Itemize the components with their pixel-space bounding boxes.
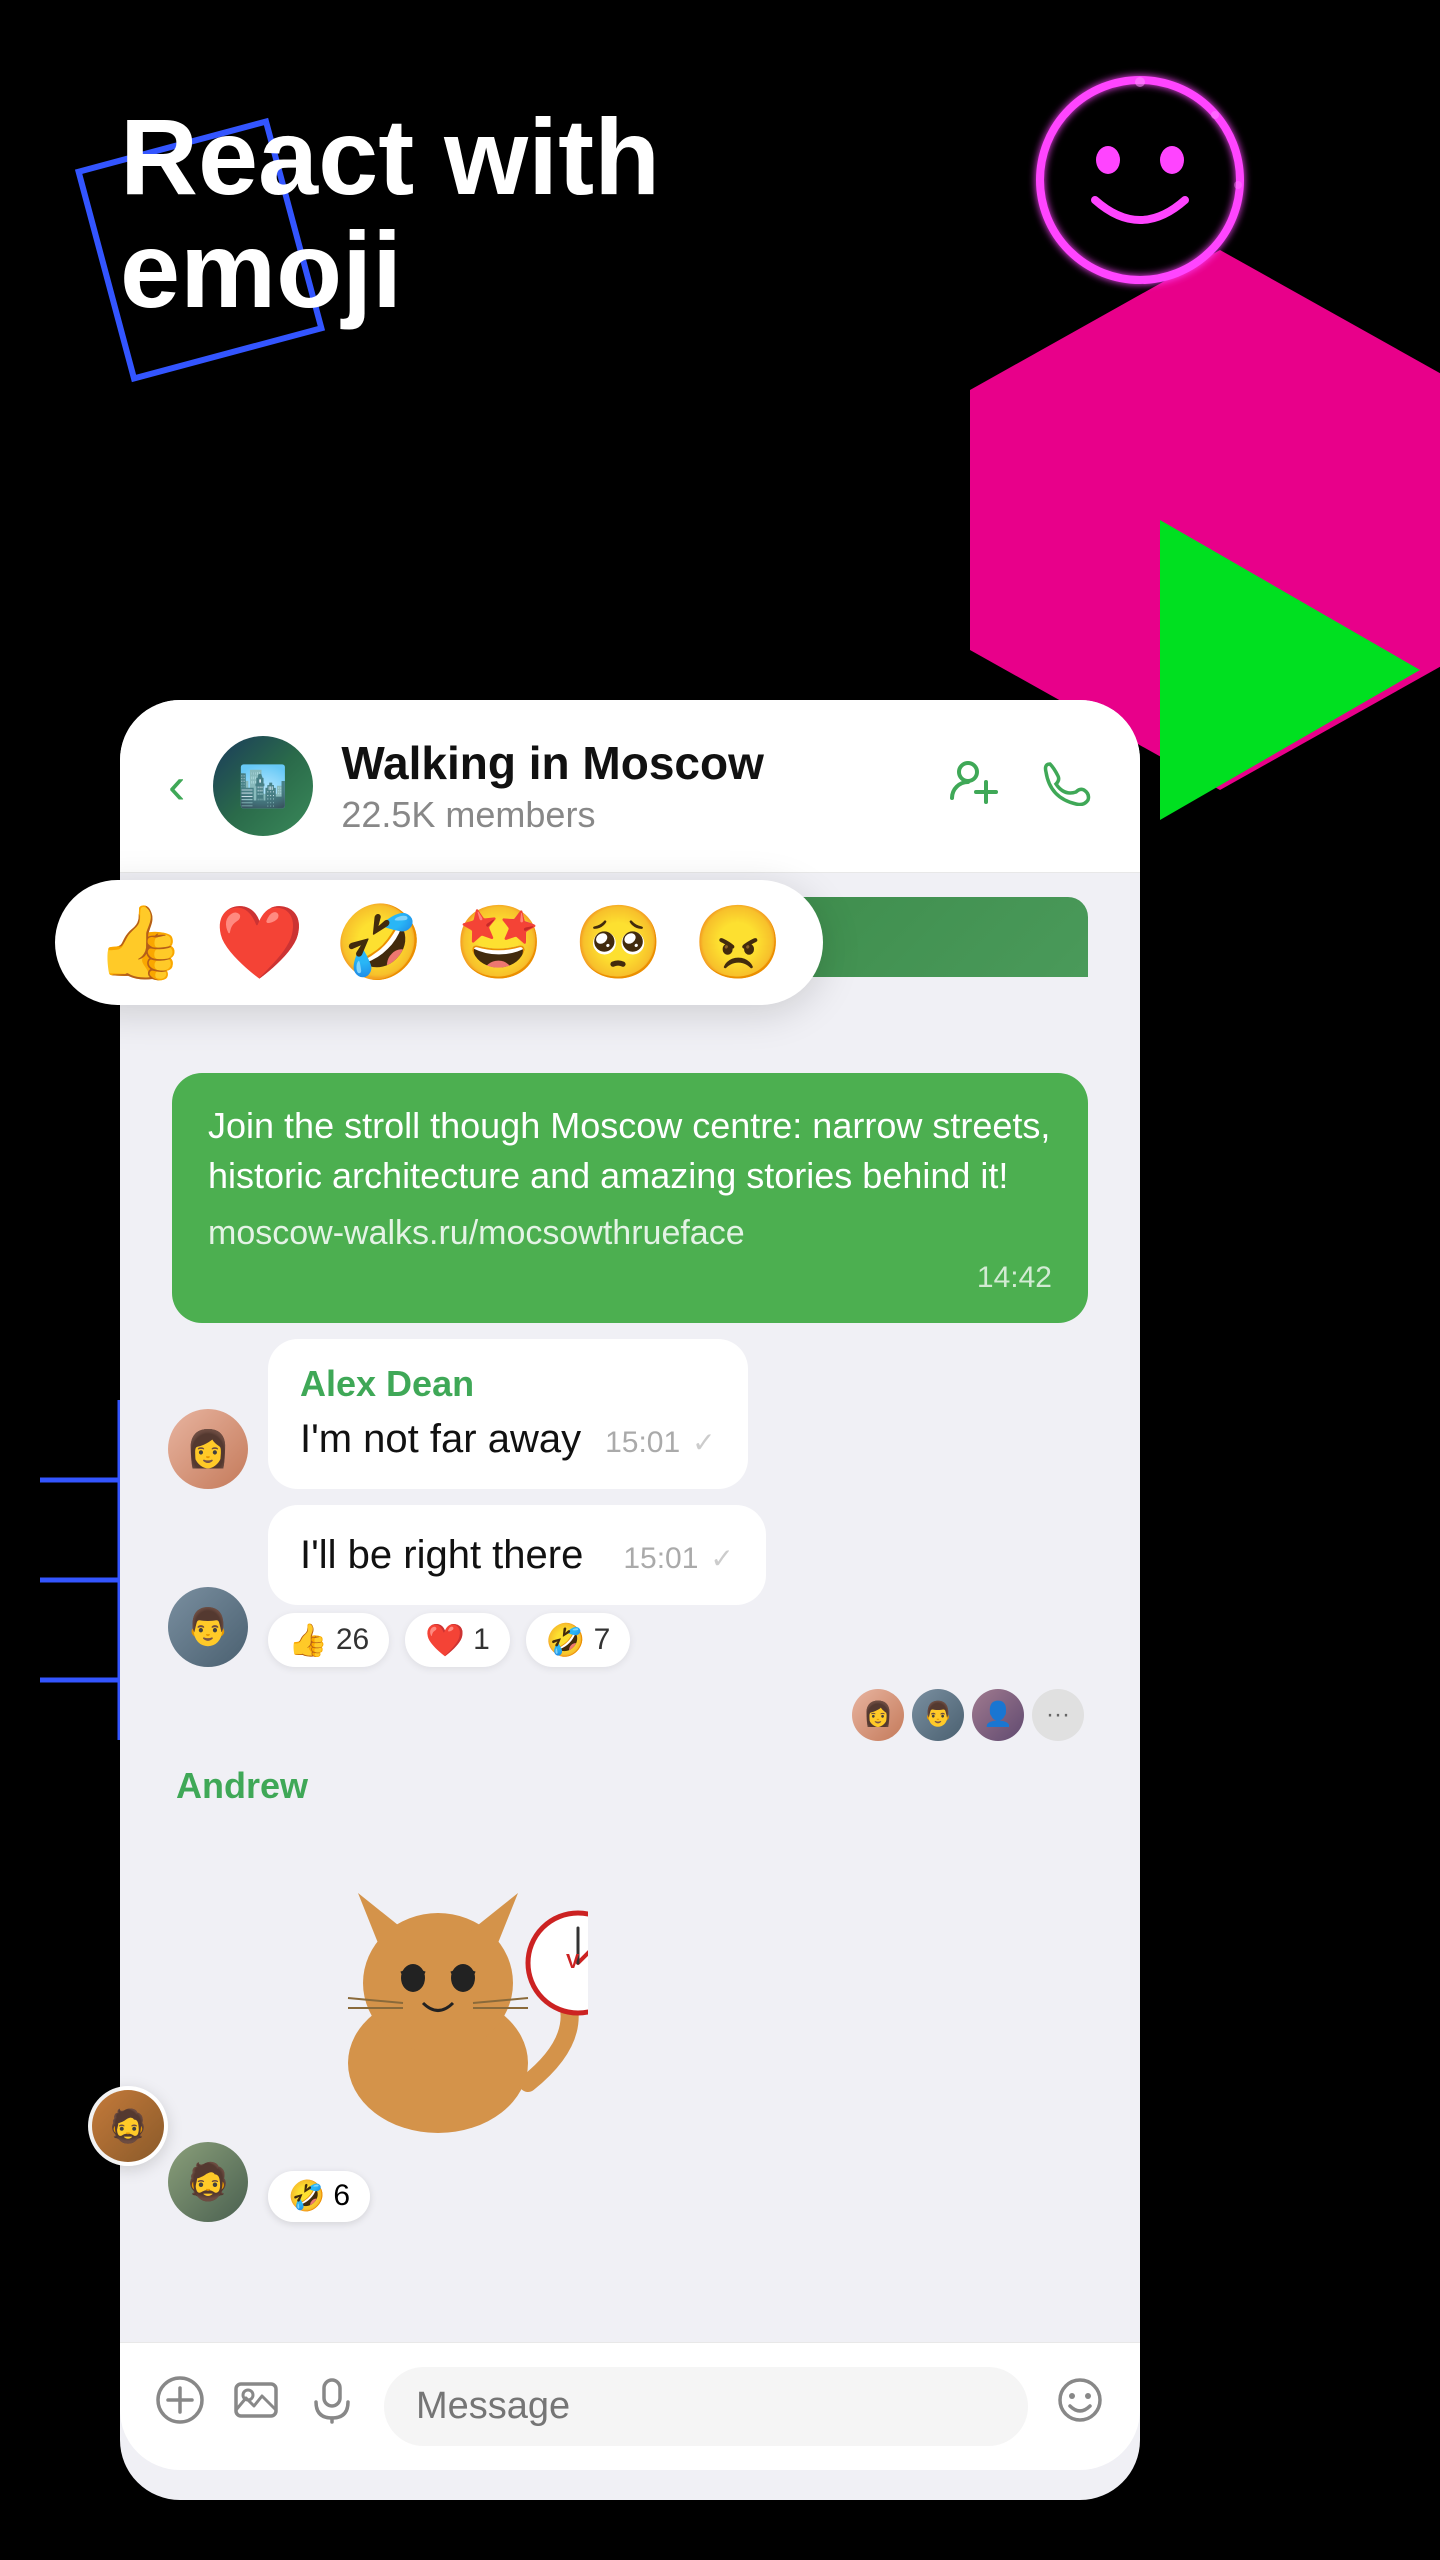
back-button[interactable]: ‹ [168,756,185,816]
hero-title-line2: emoji [120,209,402,330]
scroll-to-bottom-button[interactable]: 🧔 [88,2086,168,2166]
emoji-picker-button[interactable] [1056,2376,1104,2436]
reaction-rofl-emoji: 🤣 [546,1621,586,1659]
chat-group-avatar: 🏙️ [213,736,313,836]
seen-avatar-1: 👩 [852,1689,904,1741]
mic-button[interactable] [308,2376,356,2436]
reaction-thumbsup[interactable]: 👍 26 [268,1613,389,1667]
sticker-reaction-emoji: 🤣 [288,2179,325,2214]
hero-title-line1: React with [120,96,660,217]
right-there-bubble: I'll be right there 15:01 ✓ [268,1505,766,1605]
bg-green-arrow [1160,520,1440,820]
right-there-text: I'll be right there [300,1529,583,1581]
seen-avatar-2: 👨 [912,1689,964,1741]
reaction-heart-emoji: ❤️ [425,1621,465,1659]
neon-emoji-icon [1020,60,1260,300]
right-there-message-row: 👨 I'll be right there 15:01 ✓ 👍 [152,1505,1108,1667]
svg-text:V: V [566,1951,580,1973]
green-message-link[interactable]: moscow-walks.ru/mocsowthrueface [208,1214,1052,1253]
messages-area: Join the stroll though Moscow centre: na… [120,873,1140,2246]
reaction-heart-count: 1 [473,1623,490,1657]
andrew-avatar: 🧔 [168,2142,248,2222]
andrew-sticker-row: 🧔 [152,1823,1108,2222]
sticker-reaction[interactable]: 🤣 6 [268,2171,370,2222]
seen-more-button[interactable]: ··· [1032,1689,1084,1741]
chat-group-info: Walking in Moscow 22.5K members [341,736,920,836]
emoji-starry-eyes[interactable]: 🤩 [454,900,544,985]
reaction-heart[interactable]: ❤️ 1 [405,1613,510,1667]
alex-dean-name: Alex Dean [300,1363,716,1405]
emoji-angry[interactable]: 😠 [693,900,783,985]
alex-dean-check: ✓ [692,1426,715,1459]
chat-actions [948,754,1092,819]
reaction-rofl-count: 7 [594,1623,611,1657]
alex-dean-time: 15:01 [605,1426,680,1460]
call-button[interactable] [1040,754,1092,819]
message-input[interactable] [384,2367,1028,2446]
emoji-heart[interactable]: ❤️ [215,900,305,985]
alex-dean-avatar: 👩 [168,1409,248,1489]
alex-dean-text: I'm not far away [300,1413,581,1465]
chat-input-bar [120,2342,1140,2470]
chat-group-name: Walking in Moscow [341,736,920,790]
hero-title: React with emoji [120,100,660,327]
reaction-rofl[interactable]: 🤣 7 [526,1613,631,1667]
green-message-time: 14:42 [208,1261,1052,1295]
emoji-pleading[interactable]: 🥺 [574,900,664,985]
right-there-check: ✓ [710,1542,733,1575]
reaction-thumbsup-count: 26 [336,1623,369,1657]
image-button[interactable] [232,2376,280,2436]
green-message-text: Join the stroll though Moscow centre: na… [208,1101,1052,1202]
right-there-time: 15:01 [623,1542,698,1576]
green-message-bubble: Join the stroll though Moscow centre: na… [172,1073,1088,1323]
emoji-reaction-bar[interactable]: 👍 ❤️ 🤣 🤩 🥺 😠 [55,880,823,1005]
plus-button[interactable] [156,2376,204,2436]
seen-row: 👩 👨 👤 ··· [152,1689,1108,1741]
seen-avatar-3: 👤 [972,1689,1024,1741]
andrew-sender-name: Andrew [152,1765,1108,1807]
reaction-thumbsup-emoji: 👍 [288,1621,328,1659]
chat-members-count: 22.5K members [341,794,920,836]
sticker-reaction-count: 6 [333,2179,350,2213]
add-member-button[interactable] [948,754,1000,819]
emoji-rofl[interactable]: 🤣 [334,900,424,985]
cat-sticker: V [268,1823,608,2163]
alex-dean-message: Alex Dean I'm not far away 15:01 ✓ [268,1339,748,1489]
emoji-thumbsup[interactable]: 👍 [95,900,185,985]
right-there-avatar: 👨 [168,1587,248,1667]
chat-header: ‹ 🏙️ Walking in Moscow 22.5K members [120,700,1140,873]
